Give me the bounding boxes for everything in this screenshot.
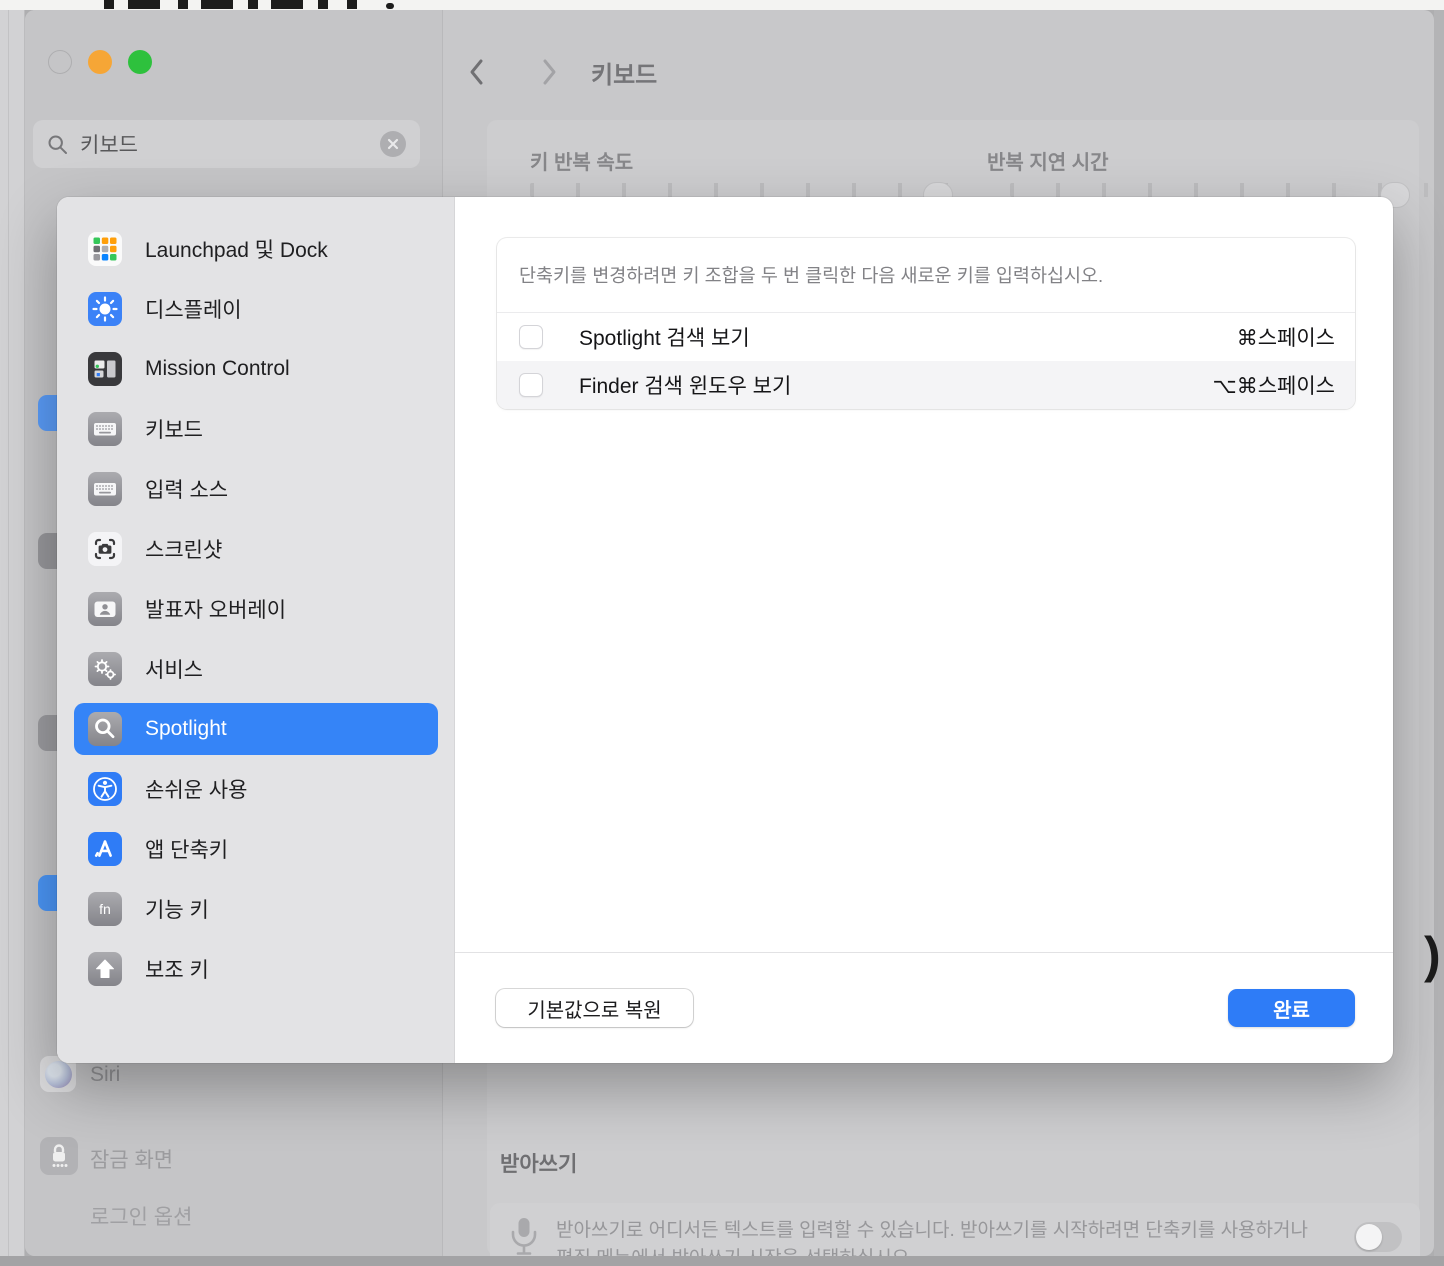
traffic-light-close-button[interactable] <box>48 50 72 74</box>
sidebar-item-services[interactable]: 서비스 <box>74 643 438 695</box>
microphone-icon <box>510 1217 538 1256</box>
glyph-fragment <box>386 3 394 9</box>
glyph-fragment <box>128 0 160 9</box>
sidebar-item-accessibility[interactable]: 손쉬운 사용 <box>74 763 438 815</box>
toggle-knob <box>1356 1224 1382 1250</box>
dictation-description: 받아쓰기로 어디서든 텍스트를 입력할 수 있습니다. 받아쓰기를 시작하려면 … <box>556 1217 1336 1256</box>
traffic-light-zoom-button[interactable] <box>128 50 152 74</box>
sheet-footer-divider <box>455 952 1393 953</box>
keyboard-icon <box>88 412 122 446</box>
app-shortcuts-icon <box>88 832 122 866</box>
key-repeat-label: 키 반복 속도 <box>530 146 633 175</box>
glyph-fragment <box>104 0 114 9</box>
sidebar-item-spotlight[interactable]: Spotlight <box>74 703 438 755</box>
launchpad-icon <box>88 232 122 266</box>
desktop-edge-bottom <box>0 1256 1444 1266</box>
glyph-fragment <box>318 0 328 9</box>
desktop-edge-left <box>0 10 25 1266</box>
sidebar-item-login-options[interactable]: 로그인 옵션 <box>90 1201 192 1231</box>
glyph-fragment <box>178 0 188 9</box>
stray-paren-glyph: ) <box>1424 926 1441 984</box>
dictation-card: 받아쓰기로 어디서든 텍스트를 입력할 수 있습니다. 받아쓰기를 시작하려면 … <box>490 1203 1420 1256</box>
sidebar-item-function-keys[interactable]: fn 기능 키 <box>74 883 438 935</box>
glyph-fragment <box>347 0 357 9</box>
services-icon <box>88 652 122 686</box>
glyph-fragment <box>201 0 233 9</box>
modifier-keys-icon <box>88 952 122 986</box>
sidebar-item-screenshot[interactable]: 스크린샷 <box>74 523 438 575</box>
dictation-heading: 받아쓰기 <box>500 1148 577 1178</box>
shortcuts-panel-card: 단축키를 변경하려면 키 조합을 두 번 클릭한 다음 새로운 키를 입력하십시… <box>497 238 1355 409</box>
shortcut-row-finder-search[interactable]: Finder 검색 윈도우 보기 ⌥⌘스페이스 <box>497 361 1355 409</box>
accessibility-icon <box>88 772 122 806</box>
sidebar-item-keyboard[interactable]: 키보드 <box>74 403 438 455</box>
keyboard-shortcuts-sheet: Launchpad 및 Dock 디스플레이 <box>57 197 1393 1063</box>
page-title: 키보드 <box>591 55 657 90</box>
search-input[interactable]: 키보드 <box>33 120 420 168</box>
top-screen-strip <box>0 0 1444 10</box>
repeat-delay-label: 반복 지연 시간 <box>987 146 1109 175</box>
sidebar-item-siri[interactable]: Siri <box>90 1063 120 1087</box>
navigation-bar: 키보드 <box>465 48 1425 96</box>
shortcut-instruction-text: 단축키를 변경하려면 키 조합을 두 번 클릭한 다음 새로운 키를 입력하십시… <box>497 238 1355 313</box>
shortcuts-category-sidebar: Launchpad 및 Dock 디스플레이 <box>57 197 455 1063</box>
function-keys-icon: fn <box>88 892 122 926</box>
sidebar-item-mission-control[interactable]: Mission Control <box>74 343 438 395</box>
sidebar-item-input-sources[interactable]: 입력 소스 <box>74 463 438 515</box>
sidebar-item-modifier-keys[interactable]: 보조 키 <box>74 943 438 995</box>
glyph-fragment <box>271 0 303 9</box>
presenter-overlay-icon <box>88 592 122 626</box>
display-icon <box>88 292 122 326</box>
forward-icon[interactable] <box>537 58 561 86</box>
shortcut-keys[interactable]: ⌘스페이스 <box>1237 322 1335 352</box>
traffic-light-minimize-button[interactable] <box>88 50 112 74</box>
dictation-toggle[interactable] <box>1354 1222 1402 1252</box>
restore-defaults-button[interactable]: 기본값으로 복원 <box>496 989 693 1027</box>
search-value: 키보드 <box>80 129 368 159</box>
desktop-edge-right <box>1434 10 1444 1266</box>
finder-search-checkbox[interactable] <box>519 373 543 397</box>
spotlight-icon <box>88 712 122 746</box>
sidebar-item-display[interactable]: 디스플레이 <box>74 283 438 335</box>
sidebar-item-launchpad-dock[interactable]: Launchpad 및 Dock <box>74 223 438 275</box>
sidebar-item-lock-screen[interactable]: 잠금 화면 <box>90 1144 173 1174</box>
spotlight-search-checkbox[interactable] <box>519 325 543 349</box>
lock-screen-icon <box>40 1137 78 1175</box>
shortcut-keys[interactable]: ⌥⌘스페이스 <box>1213 370 1335 400</box>
search-icon <box>47 134 68 155</box>
input-source-icon <box>88 472 122 506</box>
sidebar-item-app-shortcuts[interactable]: 앱 단축키 <box>74 823 438 875</box>
key-repeat-slider-ticks <box>530 183 950 197</box>
sidebar-item-presenter-overlay[interactable]: 발표자 오버레이 <box>74 583 438 635</box>
back-icon[interactable] <box>465 58 489 86</box>
repeat-delay-slider-ticks <box>1010 183 1430 197</box>
shortcut-row-spotlight-search[interactable]: Spotlight 검색 보기 ⌘스페이스 <box>497 313 1355 361</box>
glyph-fragment <box>248 0 258 9</box>
done-button[interactable]: 완료 <box>1228 989 1355 1027</box>
screenshot-icon <box>88 532 122 566</box>
mission-control-icon <box>88 352 122 386</box>
svg-text:fn: fn <box>99 901 111 917</box>
clear-search-icon[interactable] <box>380 131 406 157</box>
